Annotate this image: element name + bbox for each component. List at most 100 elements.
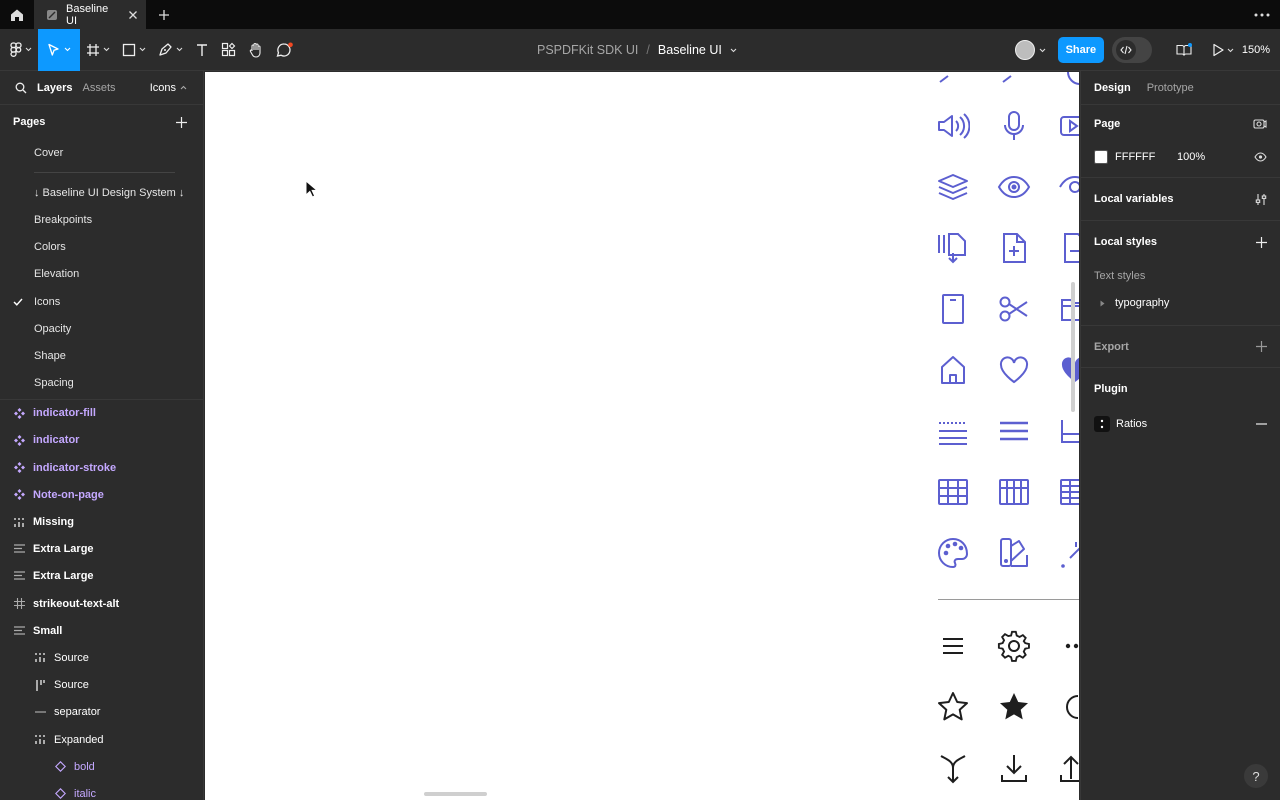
page-item[interactable]: Shape bbox=[0, 342, 203, 369]
move-tool-button[interactable] bbox=[38, 28, 80, 71]
page-divider bbox=[0, 166, 203, 179]
resources-tool-button[interactable] bbox=[215, 29, 242, 71]
volume-icon bbox=[938, 113, 970, 139]
minus-icon[interactable] bbox=[1256, 423, 1267, 425]
share-button[interactable]: Share bbox=[1057, 37, 1104, 63]
star-icon bbox=[938, 692, 968, 721]
chevron-right-icon bbox=[939, 75, 949, 83]
folder-icon bbox=[1061, 299, 1079, 321]
page-opacity-value[interactable]: 100% bbox=[1177, 151, 1205, 163]
style-folder-row[interactable]: typography bbox=[1094, 289, 1267, 317]
star-filled-icon bbox=[1000, 693, 1028, 720]
plus-icon[interactable] bbox=[176, 116, 187, 128]
tab-assets[interactable]: Assets bbox=[82, 82, 115, 94]
instance-icon bbox=[54, 788, 66, 800]
page-item[interactable]: Opacity bbox=[0, 315, 203, 342]
present-button[interactable] bbox=[1200, 29, 1238, 71]
tab-prototype[interactable]: Prototype bbox=[1147, 82, 1194, 94]
plus-icon[interactable] bbox=[1256, 236, 1267, 248]
home-icon bbox=[11, 9, 23, 21]
hand-tool-button[interactable] bbox=[242, 29, 270, 71]
local-variables-heading[interactable]: Local variables bbox=[1094, 193, 1174, 205]
clock-icon bbox=[1067, 72, 1079, 85]
tablet-icon bbox=[942, 294, 964, 324]
page-selector[interactable]: Icons bbox=[150, 82, 187, 94]
layer-row[interactable]: Note-on-page bbox=[0, 481, 203, 508]
page-item[interactable]: Spacing bbox=[0, 370, 203, 397]
help-button[interactable]: ? bbox=[1244, 764, 1268, 788]
page-color-row[interactable]: FFFFFF 100% bbox=[1094, 143, 1267, 171]
tab-layers[interactable]: Layers bbox=[37, 82, 72, 94]
text-tool-button[interactable] bbox=[189, 29, 215, 71]
layer-row[interactable]: Missing bbox=[0, 508, 203, 535]
layer-row[interactable]: Expanded bbox=[0, 726, 203, 753]
close-icon[interactable] bbox=[128, 10, 138, 20]
page-item[interactable]: Elevation bbox=[0, 261, 203, 288]
page-item-active[interactable]: Icons bbox=[0, 288, 203, 315]
style-folder-label: typography bbox=[1115, 297, 1170, 309]
layer-row[interactable]: Extra Large bbox=[0, 536, 203, 563]
plus-icon[interactable] bbox=[1256, 341, 1267, 352]
view-settings-icon[interactable] bbox=[1253, 118, 1267, 130]
page-label: ↓ Baseline UI Design System ↓ bbox=[34, 186, 185, 199]
page-color-value[interactable]: FFFFFF bbox=[1115, 151, 1177, 163]
home-button[interactable] bbox=[0, 0, 34, 29]
more-button[interactable] bbox=[1254, 0, 1270, 29]
file-icon bbox=[47, 9, 57, 20]
layer-row[interactable]: strikeout-text-alt bbox=[0, 590, 203, 617]
search-icon[interactable] bbox=[15, 82, 27, 94]
chevron-down-icon[interactable] bbox=[1039, 48, 1046, 53]
breadcrumb-separator: / bbox=[646, 43, 650, 57]
chevron-down-icon bbox=[139, 47, 146, 52]
layer-row[interactable]: indicator-stroke bbox=[0, 454, 203, 481]
horizontal-scrollbar[interactable] bbox=[424, 792, 487, 796]
checkmark-icon bbox=[13, 298, 23, 306]
canvas[interactable] bbox=[205, 72, 1079, 800]
page-item[interactable]: Breakpoints bbox=[0, 206, 203, 233]
vertical-scrollbar[interactable] bbox=[1071, 282, 1075, 412]
frame-tool-button[interactable] bbox=[80, 29, 116, 71]
page-label: Breakpoints bbox=[34, 213, 93, 226]
text-lines-icon bbox=[1000, 421, 1028, 441]
local-styles-heading: Local styles bbox=[1094, 236, 1157, 248]
project-name[interactable]: PSPDFKit SDK UI bbox=[537, 43, 638, 57]
plugin-row[interactable]: Ratios bbox=[1094, 410, 1267, 438]
pen-tool-button[interactable] bbox=[152, 29, 189, 71]
library-button[interactable] bbox=[1168, 29, 1200, 71]
main-menu-button[interactable] bbox=[0, 29, 38, 71]
chevron-up-icon bbox=[180, 85, 187, 90]
color-swatch[interactable] bbox=[1094, 150, 1108, 164]
page-item[interactable]: ↓ Baseline UI Design System ↓ bbox=[0, 179, 203, 206]
layer-row[interactable]: Source bbox=[0, 672, 203, 699]
layer-row[interactable]: Source bbox=[0, 644, 203, 671]
shape-tool-button[interactable] bbox=[116, 29, 152, 71]
page-heading: Page bbox=[1094, 118, 1121, 130]
layer-row[interactable]: bold bbox=[0, 753, 203, 780]
comment-tool-button[interactable] bbox=[270, 29, 300, 71]
chevron-down-icon bbox=[176, 47, 183, 52]
layer-row[interactable]: indicator-fill bbox=[0, 400, 203, 427]
page-item[interactable]: Colors bbox=[0, 234, 203, 261]
new-tab-button[interactable] bbox=[150, 0, 178, 29]
file-name[interactable]: Baseline UI bbox=[658, 43, 722, 57]
dev-mode-toggle[interactable] bbox=[1111, 37, 1152, 63]
chevron-right-icon bbox=[1002, 75, 1012, 83]
eye-icon[interactable] bbox=[1254, 152, 1267, 162]
layer-row[interactable]: separator bbox=[0, 699, 203, 726]
page-label: Elevation bbox=[34, 268, 80, 281]
tab-design[interactable]: Design bbox=[1094, 82, 1131, 94]
variables-settings-icon[interactable] bbox=[1255, 193, 1267, 206]
layer-row[interactable]: Small bbox=[0, 617, 203, 644]
zoom-level[interactable]: 150% bbox=[1242, 44, 1270, 56]
text-lines-icon bbox=[13, 543, 25, 555]
chevron-down-icon[interactable] bbox=[730, 48, 737, 53]
text-icon bbox=[197, 43, 207, 56]
file-tab[interactable]: Baseline UI bbox=[34, 0, 146, 29]
layer-row[interactable]: Extra Large bbox=[0, 563, 203, 590]
book-open-icon bbox=[1176, 43, 1192, 56]
page-item[interactable]: Cover bbox=[0, 139, 203, 166]
avatar[interactable] bbox=[1014, 40, 1035, 60]
layer-row[interactable]: indicator bbox=[0, 427, 203, 454]
layer-row[interactable]: italic bbox=[0, 780, 203, 800]
component-icon bbox=[13, 489, 25, 501]
